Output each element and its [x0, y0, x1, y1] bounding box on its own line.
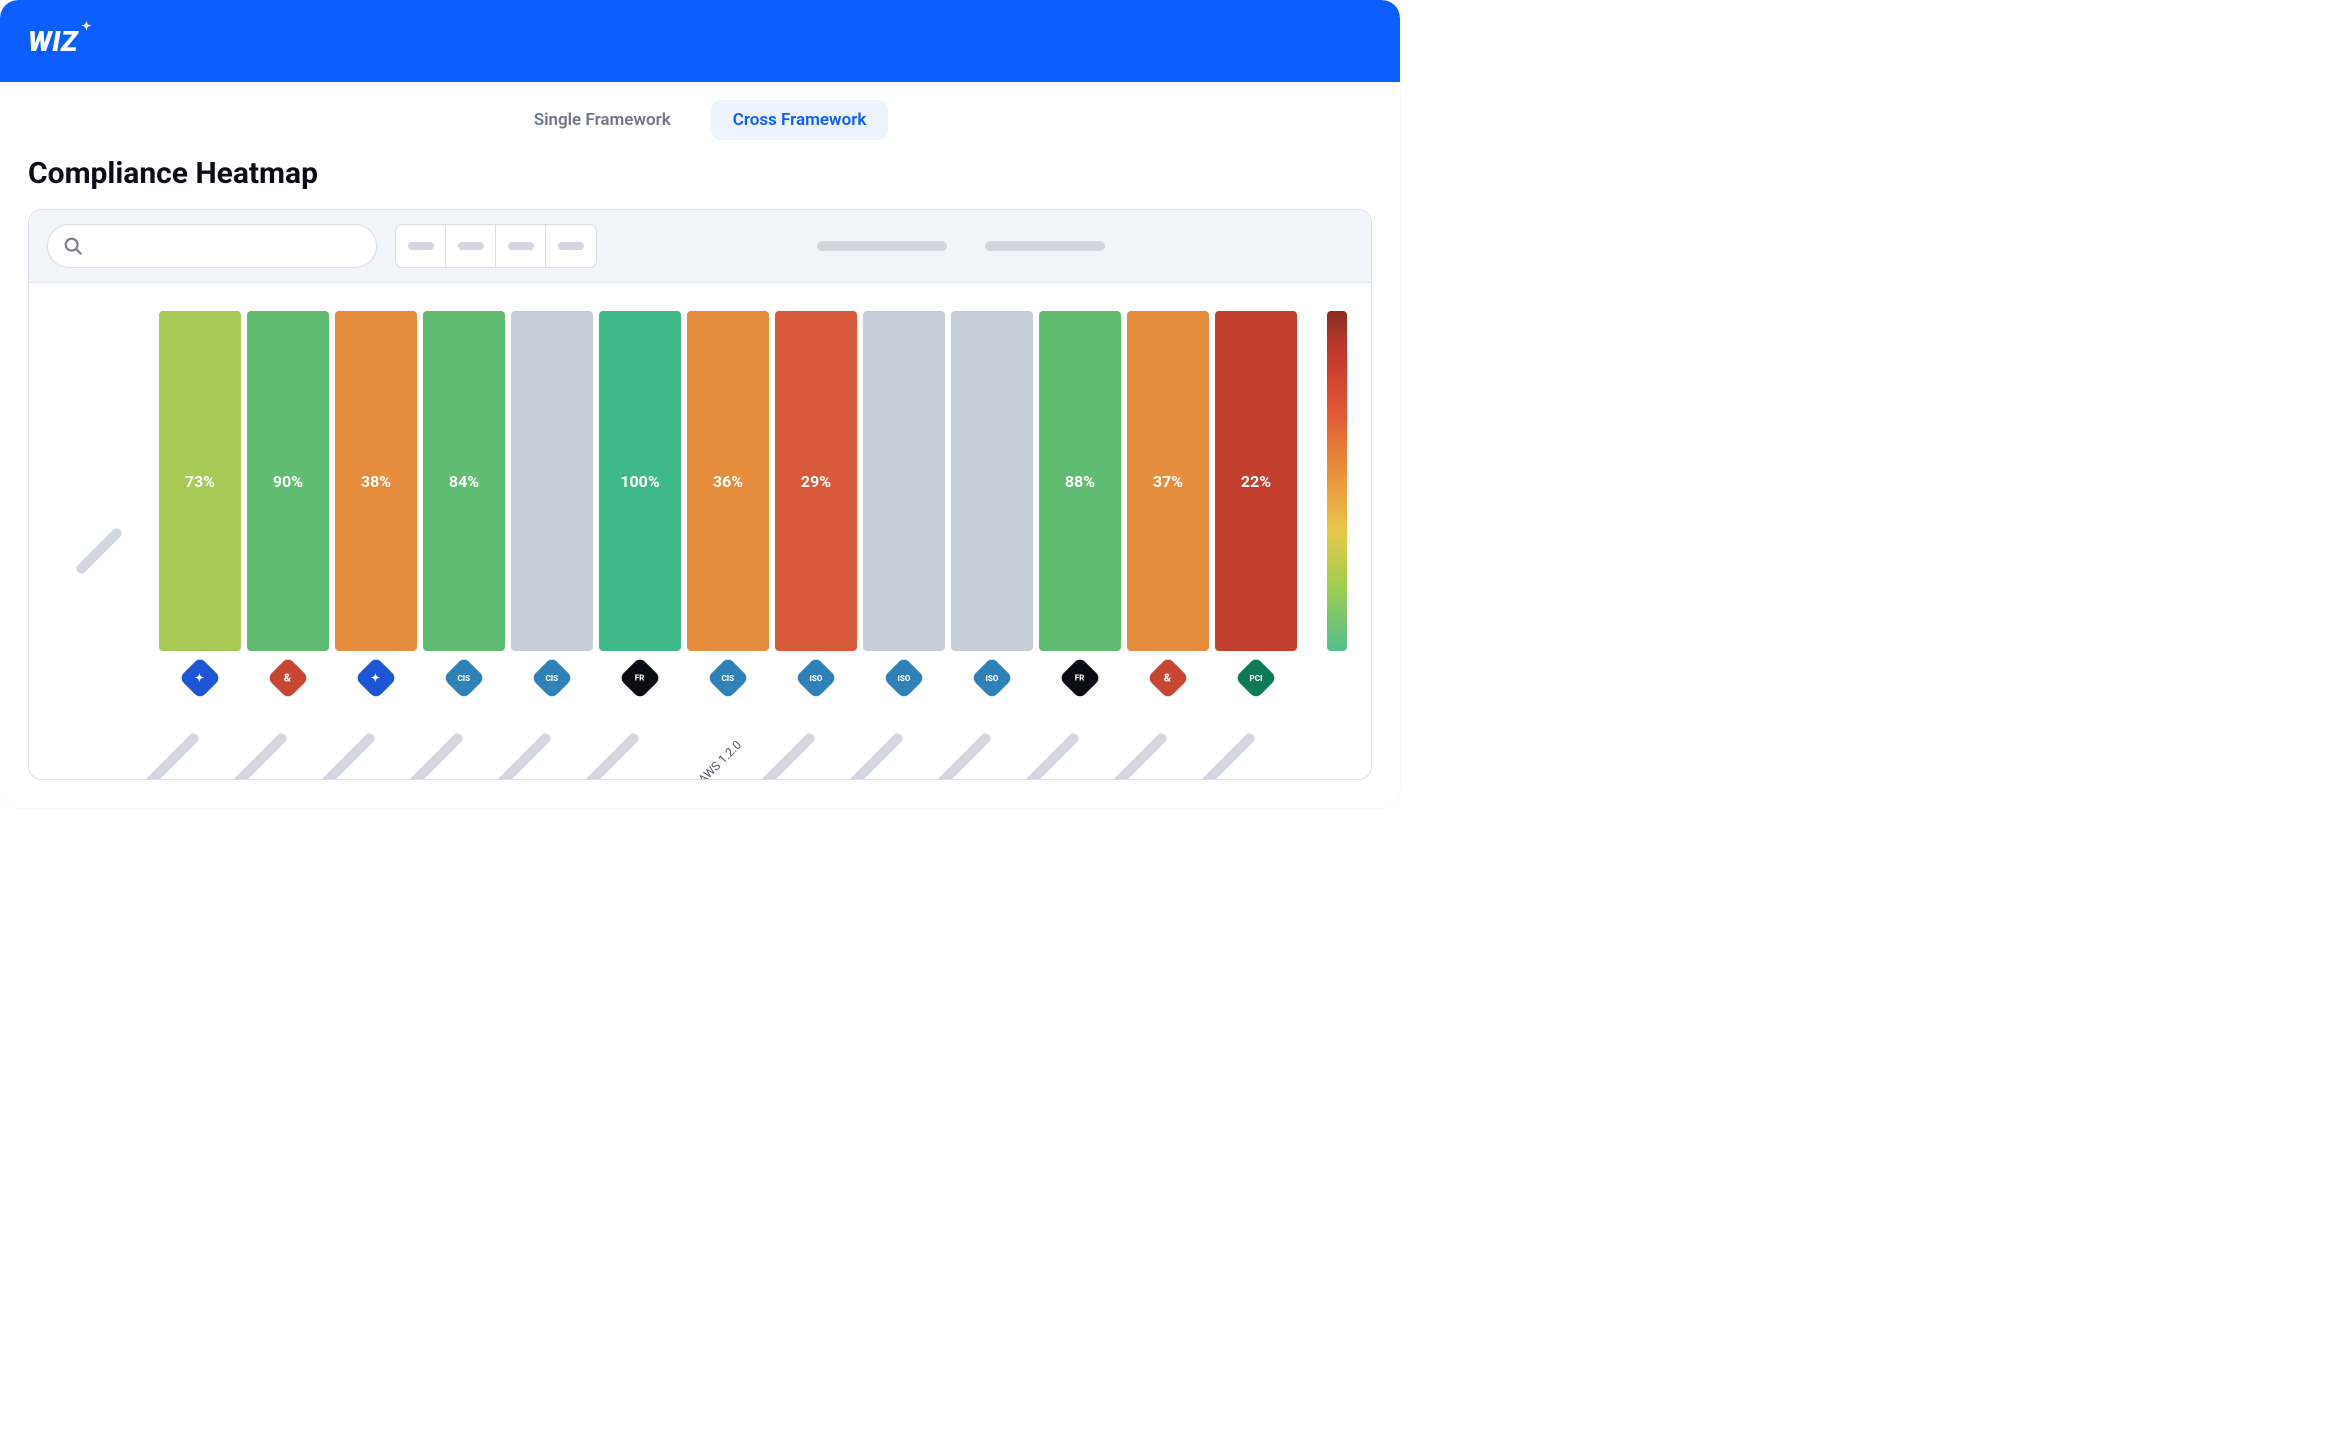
- ampersand-icon: &: [267, 657, 309, 699]
- heatmap-cell[interactable]: 73%: [159, 311, 241, 651]
- star-icon: ✦: [355, 657, 397, 699]
- heatmap-cell[interactable]: 36%: [687, 311, 769, 651]
- column-axis: CISCIS AWS 1.2.0: [687, 651, 769, 761]
- column-axis: FR: [1039, 651, 1121, 761]
- search-input[interactable]: [94, 238, 362, 255]
- heatmap-cells: 73%✦90%&38%✦84%CISCIS100%FR36%CISCIS AWS…: [159, 311, 1297, 761]
- heatmap-column: 88% FR: [1039, 311, 1121, 761]
- column-axis: ISO: [775, 651, 857, 761]
- filter-button-4[interactable]: [546, 225, 596, 267]
- column-label-placeholder: [144, 731, 201, 780]
- legend-column: [1307, 311, 1351, 761]
- column-axis: ISO: [863, 651, 945, 761]
- heatmap-column: CIS: [511, 311, 593, 761]
- heatmap-column: 22% PCI: [1215, 311, 1297, 761]
- column-axis: FR: [599, 651, 681, 761]
- cis-icon: CIS: [531, 657, 573, 699]
- heatmap-column: 29% ISO: [775, 311, 857, 761]
- column-axis: &: [247, 651, 329, 761]
- fr-icon: FR: [1059, 657, 1101, 699]
- heatmap-column: 73% ✦: [159, 311, 241, 761]
- heatmap-cell[interactable]: [511, 311, 593, 651]
- heatmap-panel: 73%✦90%&38%✦84%CISCIS100%FR36%CISCIS AWS…: [28, 209, 1372, 780]
- heatmap-cell[interactable]: 88%: [1039, 311, 1121, 651]
- column-label: CIS AWS 1.2.0: [681, 738, 745, 780]
- brand-logo: WIZ: [28, 25, 78, 58]
- filter-button-2[interactable]: [446, 225, 496, 267]
- heatmap-cell[interactable]: 90%: [247, 311, 329, 651]
- search-box[interactable]: [47, 224, 377, 268]
- column-axis: ✦: [159, 651, 241, 761]
- heatmap-column: 90% &: [247, 311, 329, 761]
- heatmap-cell[interactable]: 29%: [775, 311, 857, 651]
- column-axis: CIS: [511, 651, 593, 761]
- cis-icon: CIS: [443, 657, 485, 699]
- ampersand-icon: &: [1147, 657, 1189, 699]
- heatmap-toolbar: [29, 210, 1371, 283]
- column-axis: &: [1127, 651, 1209, 761]
- filter-button-3[interactable]: [496, 225, 546, 267]
- column-axis: PCI: [1215, 651, 1297, 761]
- filter-group: [395, 224, 597, 268]
- column-axis: ISO: [951, 651, 1033, 761]
- heatmap-column: ISO: [863, 311, 945, 761]
- iso-icon: ISO: [883, 657, 925, 699]
- heatmap-cell[interactable]: [951, 311, 1033, 651]
- tab-cross-framework[interactable]: Cross Framework: [711, 100, 889, 140]
- filter-button-1[interactable]: [396, 225, 446, 267]
- heatmap-cell[interactable]: 100%: [599, 311, 681, 651]
- tab-single-framework[interactable]: Single Framework: [512, 100, 693, 140]
- heatmap-cell[interactable]: 38%: [335, 311, 417, 651]
- pci-icon: PCI: [1235, 657, 1277, 699]
- toolbar-placeholder-1: [817, 241, 947, 251]
- column-axis: CIS: [423, 651, 505, 761]
- heatmap-column: 36%CISCIS AWS 1.2.0: [687, 311, 769, 761]
- cis-icon: CIS: [707, 657, 749, 699]
- app-header: WIZ: [0, 0, 1400, 82]
- fr-icon: FR: [619, 657, 661, 699]
- heatmap-column: ISO: [951, 311, 1033, 761]
- heatmap-cell[interactable]: 37%: [1127, 311, 1209, 651]
- heatmap-column: 100% FR: [599, 311, 681, 761]
- column-axis: ✦: [335, 651, 417, 761]
- heatmap-cell[interactable]: 84%: [423, 311, 505, 651]
- heatmap-chart: 73%✦90%&38%✦84%CISCIS100%FR36%CISCIS AWS…: [29, 283, 1371, 779]
- heatmap-column: 37% &: [1127, 311, 1209, 761]
- row-label-placeholder: [74, 526, 123, 575]
- iso-icon: ISO: [795, 657, 837, 699]
- page-title: Compliance Heatmap: [0, 154, 1400, 209]
- view-tabs: Single Framework Cross Framework: [0, 82, 1400, 154]
- iso-icon: ISO: [971, 657, 1013, 699]
- heatmap-cell[interactable]: [863, 311, 945, 651]
- star-icon: ✦: [179, 657, 221, 699]
- heatmap-column: 84% CIS: [423, 311, 505, 761]
- search-icon: [62, 235, 84, 257]
- toolbar-placeholder-2: [985, 241, 1105, 251]
- heatmap-column: 38% ✦: [335, 311, 417, 761]
- color-legend: [1327, 311, 1347, 651]
- row-label-column: [49, 311, 149, 761]
- heatmap-cell[interactable]: 22%: [1215, 311, 1297, 651]
